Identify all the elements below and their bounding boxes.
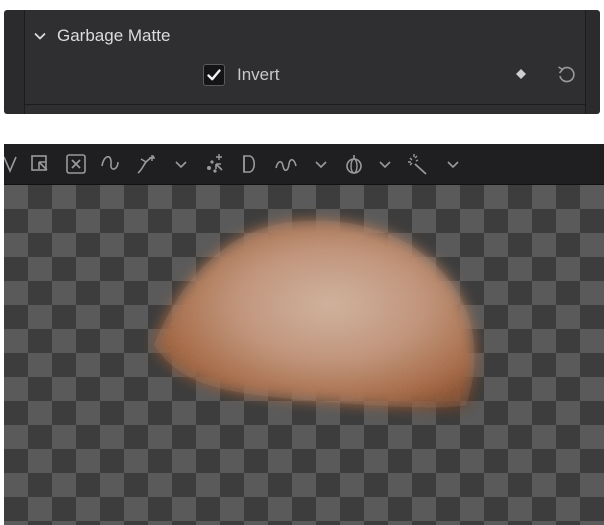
section-title: Garbage Matte <box>57 26 171 45</box>
bezier-dropdown-icon[interactable] <box>174 152 188 176</box>
invert-label: Invert <box>237 65 280 84</box>
inspector-panel: Garbage Matte Invert <box>4 10 600 114</box>
viewer <box>4 144 604 525</box>
onion-skin-icon[interactable] <box>342 152 366 176</box>
add-points-icon[interactable] <box>202 152 226 176</box>
checkmark-icon <box>207 69 221 81</box>
panel-divider <box>25 104 585 105</box>
invert-checkbox[interactable] <box>203 64 225 86</box>
bspline-icon[interactable] <box>238 152 262 176</box>
delete-points-icon[interactable] <box>64 152 88 176</box>
section-header-garbage-matte[interactable]: Garbage Matte <box>25 20 170 52</box>
keyframe-diamond-icon[interactable] <box>515 68 527 80</box>
bezier-curve-icon[interactable] <box>134 152 158 176</box>
chevron-down-icon[interactable] <box>33 29 47 43</box>
smooth-curve-icon[interactable] <box>98 152 122 176</box>
select-rect-icon[interactable] <box>28 152 52 176</box>
polyline-tool-icon[interactable] <box>4 152 22 176</box>
wave-icon[interactable] <box>274 152 298 176</box>
viewer-toolbar <box>4 144 604 185</box>
garbage-matte-section: Garbage Matte Invert <box>24 10 586 114</box>
onion-dropdown-icon[interactable] <box>378 152 392 176</box>
reset-icon[interactable] <box>555 63 577 85</box>
magic-wand-icon[interactable] <box>406 152 430 176</box>
magic-dropdown-icon[interactable] <box>446 152 460 176</box>
invert-row: Invert <box>25 62 585 102</box>
viewer-canvas[interactable] <box>4 185 604 525</box>
matte-shape <box>154 220 475 408</box>
wave-dropdown-icon[interactable] <box>314 152 328 176</box>
